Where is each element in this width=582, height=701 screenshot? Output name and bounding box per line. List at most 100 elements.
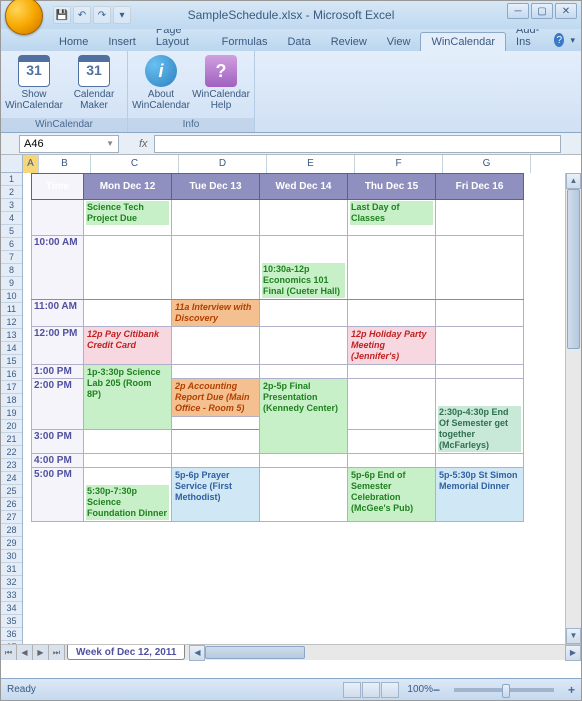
- row-header-33[interactable]: 33: [1, 589, 22, 602]
- col-header-c[interactable]: C: [91, 155, 179, 173]
- row-header-27[interactable]: 27: [1, 511, 22, 524]
- event-mcgee[interactable]: 5p-6p End of Semester Celebration (McGee…: [350, 469, 433, 515]
- event-science-project[interactable]: Science Tech Project Due: [86, 201, 169, 225]
- event-interview[interactable]: 11a Interview with Discovery: [174, 301, 257, 325]
- zoom-in-icon[interactable]: +: [568, 683, 575, 697]
- row-header-25[interactable]: 25: [1, 485, 22, 498]
- name-box[interactable]: A46 ▼: [19, 135, 119, 153]
- hscroll-thumb[interactable]: [205, 646, 305, 659]
- row-header-15[interactable]: 15: [1, 355, 22, 368]
- sheet-tab[interactable]: Week of Dec 12, 2011: [67, 645, 185, 660]
- normal-view-icon[interactable]: [343, 682, 361, 698]
- row-header-19[interactable]: 19: [1, 407, 22, 420]
- fx-icon[interactable]: fx: [139, 138, 148, 150]
- save-icon[interactable]: 💾: [53, 6, 71, 24]
- row-header-28[interactable]: 28: [1, 524, 22, 537]
- first-sheet-icon[interactable]: ⏮: [1, 645, 17, 660]
- minimize-button[interactable]: ─: [507, 3, 529, 19]
- about-wincalendar-button[interactable]: i About WinCalendar: [134, 53, 188, 118]
- row-header-21[interactable]: 21: [1, 433, 22, 446]
- row-header-26[interactable]: 26: [1, 498, 22, 511]
- scroll-up-icon[interactable]: ▲: [566, 173, 581, 189]
- zoom-slider[interactable]: [454, 688, 554, 692]
- event-last-day[interactable]: Last Day of Classes: [350, 201, 433, 225]
- row-header-13[interactable]: 13: [1, 329, 22, 342]
- tab-view[interactable]: View: [377, 33, 421, 51]
- col-header-f[interactable]: F: [355, 155, 443, 173]
- prev-sheet-icon[interactable]: ◀: [17, 645, 33, 660]
- tab-review[interactable]: Review: [321, 33, 377, 51]
- event-science-lab[interactable]: 1p-3:30p Science Lab 205 (Room 8P): [86, 366, 169, 401]
- close-button[interactable]: ✕: [555, 3, 577, 19]
- row-header-5[interactable]: 5: [1, 225, 22, 238]
- row-header-32[interactable]: 32: [1, 576, 22, 589]
- row-header-14[interactable]: 14: [1, 342, 22, 355]
- row-header-36[interactable]: 36: [1, 628, 22, 641]
- event-holiday-party[interactable]: 12p Holiday Party Meeting (Jennifer's): [350, 328, 433, 363]
- col-header-e[interactable]: E: [267, 155, 355, 173]
- row-header-24[interactable]: 24: [1, 472, 22, 485]
- chevron-down-icon[interactable]: ▼: [106, 139, 114, 148]
- row-header-1[interactable]: 1: [1, 173, 22, 186]
- event-accounting[interactable]: 2p Accounting Report Due (Main Office - …: [174, 380, 257, 415]
- select-all-corner[interactable]: [1, 155, 23, 173]
- row-header-10[interactable]: 10: [1, 290, 22, 303]
- horizontal-scrollbar[interactable]: ◀ ▶: [189, 645, 581, 660]
- row-header-34[interactable]: 34: [1, 602, 22, 615]
- event-kennedy[interactable]: 2p-5p Final Presentation (Kennedy Center…: [262, 380, 345, 415]
- grid-body[interactable]: Time Mon Dec 12 Tue Dec 13 Wed Dec 14 Th…: [23, 173, 565, 644]
- event-foundation[interactable]: 5:30p-7:30p Science Foundation Dinner: [86, 485, 169, 520]
- scroll-down-icon[interactable]: ▼: [566, 628, 581, 644]
- calendar-maker-button[interactable]: Calendar Maker: [67, 53, 121, 118]
- minimize-ribbon-icon[interactable]: ▾: [570, 35, 575, 46]
- tab-wincalendar[interactable]: WinCalendar: [420, 32, 506, 51]
- tab-insert[interactable]: Insert: [98, 33, 146, 51]
- row-header-29[interactable]: 29: [1, 537, 22, 550]
- next-sheet-icon[interactable]: ▶: [33, 645, 49, 660]
- event-prayer[interactable]: 5p-6p Prayer Service (First Methodist): [174, 469, 257, 504]
- event-citibank[interactable]: 12p Pay Citibank Credit Card: [86, 328, 169, 352]
- event-economics[interactable]: 10:30a-12p Economics 101 Final (Cueter H…: [262, 263, 345, 298]
- maximize-button[interactable]: ▢: [531, 3, 553, 19]
- row-header-18[interactable]: 18: [1, 394, 22, 407]
- row-header-6[interactable]: 6: [1, 238, 22, 251]
- event-stsimon[interactable]: 5p-5:30p St Simon Memorial Dinner: [438, 469, 521, 493]
- zoom-out-icon[interactable]: −: [433, 683, 440, 697]
- row-header-16[interactable]: 16: [1, 368, 22, 381]
- tab-data[interactable]: Data: [277, 33, 320, 51]
- row-header-2[interactable]: 2: [1, 186, 22, 199]
- row-header-11[interactable]: 11: [1, 303, 22, 316]
- scroll-thumb[interactable]: [567, 189, 580, 349]
- event-mcfarleys[interactable]: 2:30p-4:30p End Of Semester get together…: [438, 406, 521, 452]
- qat-dropdown-icon[interactable]: ▾: [113, 6, 131, 24]
- page-break-view-icon[interactable]: [381, 682, 399, 698]
- show-wincalendar-button[interactable]: Show WinCalendar: [7, 53, 61, 118]
- row-header-30[interactable]: 30: [1, 550, 22, 563]
- page-layout-view-icon[interactable]: [362, 682, 380, 698]
- scroll-left-icon[interactable]: ◀: [189, 645, 205, 661]
- row-header-4[interactable]: 4: [1, 212, 22, 225]
- row-header-12[interactable]: 12: [1, 316, 22, 329]
- last-sheet-icon[interactable]: ⏭: [49, 645, 65, 660]
- redo-icon[interactable]: ↷: [93, 6, 111, 24]
- row-header-3[interactable]: 3: [1, 199, 22, 212]
- vertical-scrollbar[interactable]: ▲ ▼: [565, 173, 581, 644]
- scroll-right-icon[interactable]: ▶: [565, 645, 581, 661]
- row-header-31[interactable]: 31: [1, 563, 22, 576]
- undo-icon[interactable]: ↶: [73, 6, 91, 24]
- row-header-7[interactable]: 7: [1, 251, 22, 264]
- row-header-8[interactable]: 8: [1, 264, 22, 277]
- tab-home[interactable]: Home: [49, 33, 98, 51]
- col-header-a[interactable]: A: [23, 155, 39, 173]
- col-header-g[interactable]: G: [443, 155, 531, 173]
- row-header-20[interactable]: 20: [1, 420, 22, 433]
- zoom-level[interactable]: 100%: [407, 684, 433, 695]
- row-header-17[interactable]: 17: [1, 381, 22, 394]
- col-header-d[interactable]: D: [179, 155, 267, 173]
- formula-input[interactable]: [154, 135, 561, 153]
- row-header-22[interactable]: 22: [1, 446, 22, 459]
- help-icon[interactable]: ?: [554, 33, 564, 47]
- row-header-23[interactable]: 23: [1, 459, 22, 472]
- wincalendar-help-button[interactable]: ? WinCalendar Help: [194, 53, 248, 118]
- col-header-b[interactable]: B: [39, 155, 91, 173]
